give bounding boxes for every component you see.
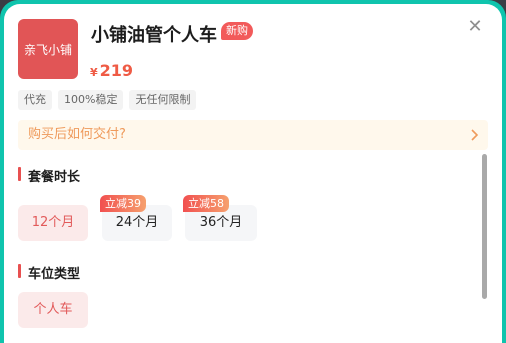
plan-option-label: 12个月 [31,215,75,230]
seat-option-personal[interactable]: 个人车 [18,292,88,328]
product-logo-text: 亲飞小铺 [23,42,72,57]
price-value: 219 [99,61,134,80]
feature-tag: 无任何限制 [129,90,197,110]
seat-type-title: 车位类型 [18,263,80,282]
delivery-faq-label: 购买后如何交付? [28,127,126,142]
discount-badge: 立减39 [100,195,146,212]
chevron-right-icon [470,120,480,161]
plan-option-24-months[interactable]: 立减39 24个月 [100,195,172,241]
currency-symbol: ¥ [90,66,98,79]
plan-option-36-months[interactable]: 立减58 36个月 [183,195,257,241]
plan-option-label: 36个月 [199,215,243,230]
seat-option-label: 个人车 [33,302,73,317]
close-icon[interactable]: ✕ [466,18,484,36]
new-purchase-badge: 新购 [221,22,253,40]
delivery-faq-link[interactable]: 购买后如何交付? [18,120,488,150]
plan-duration-title: 套餐时长 [18,166,80,185]
scrollbar[interactable] [482,154,487,299]
product-logo: 亲飞小铺 [18,19,78,79]
feature-tag: 代充 [18,90,52,110]
plan-option-label: 24个月 [115,215,159,230]
plan-option-12-months[interactable]: 12个月 [18,205,88,241]
product-title: 小铺油管个人车 [91,25,217,46]
feature-tags: 代充 100%稳定 无任何限制 [18,90,197,110]
product-price: ¥219 [90,61,133,80]
discount-badge: 立减58 [183,195,229,212]
feature-tag: 100%稳定 [58,90,124,110]
product-sheet: 亲飞小铺 小铺油管个人车 新购 ¥219 ✕ 代充 100%稳定 无任何限制 购… [4,4,502,343]
